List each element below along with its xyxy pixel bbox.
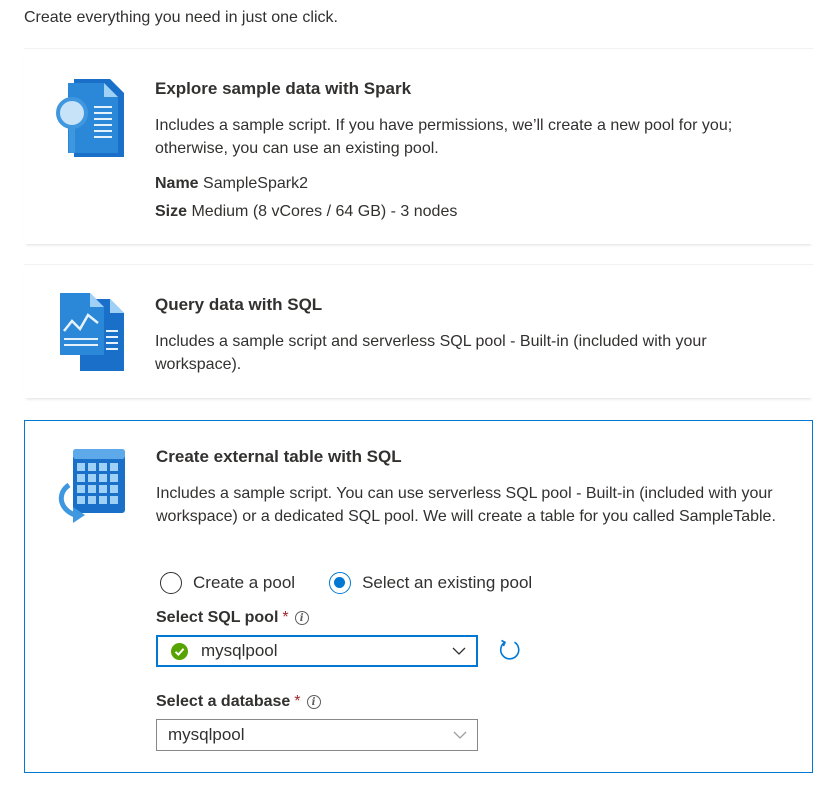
size-row: Size Medium (8 vCores / 64 GB) - 3 nodes [155, 198, 787, 226]
card-description: Includes a sample script. You can use se… [156, 485, 776, 525]
sql-pool-label: Select SQL pool * i [156, 609, 309, 627]
sql-pool-dropdown[interactable]: mysqlpool [156, 635, 478, 667]
page-intro: Create everything you need in just one c… [24, 9, 338, 26]
card-explore-spark[interactable]: Explore sample data with Spark Includes … [24, 48, 813, 244]
card-create-external-table[interactable]: Create external table with SQL Includes … [24, 420, 813, 773]
card-title: Create external table with SQL [156, 447, 402, 466]
radio-create-pool[interactable]: Create a pool [160, 572, 295, 594]
radio-circle[interactable] [329, 572, 352, 594]
card-description: Includes a sample script. If you have pe… [155, 117, 733, 157]
required-indicator: * [294, 693, 301, 710]
refresh-icon[interactable] [498, 638, 522, 662]
documents-chart-icon [60, 293, 124, 371]
pool-option-group: Create a pool Select an existing pool [160, 572, 566, 594]
name-row: Name SampleSpark2 [155, 170, 787, 198]
name-label: Name [155, 175, 199, 192]
database-dropdown[interactable]: mysqlpool [156, 719, 478, 751]
database-label: Select a database * i [156, 693, 321, 711]
size-value: Medium (8 vCores / 64 GB) - 3 nodes [191, 203, 458, 220]
dropdown-value: mysqlpool [168, 725, 245, 744]
radio-label: Select an existing pool [362, 573, 533, 592]
name-value: SampleSpark2 [203, 175, 308, 192]
card-meta: Name SampleSpark2 Size Medium (8 vCores … [155, 170, 787, 226]
dropdown-value: mysqlpool [201, 641, 278, 660]
chevron-down-icon [452, 647, 466, 655]
size-label: Size [155, 203, 188, 220]
field-label-text: Select a database [156, 693, 291, 710]
required-indicator: * [282, 609, 289, 626]
document-search-icon [56, 79, 124, 157]
field-label-text: Select SQL pool [156, 609, 279, 626]
card-title: Explore sample data with Spark [155, 79, 412, 98]
info-icon[interactable]: i [294, 611, 309, 625]
info-icon[interactable]: i [306, 695, 321, 709]
check-circle-icon [171, 642, 188, 660]
table-arrow-icon [58, 449, 125, 523]
card-query-sql[interactable]: Query data with SQL Includes a sample sc… [24, 264, 813, 398]
radio-circle[interactable] [160, 572, 182, 594]
chevron-down-icon [453, 731, 467, 739]
card-description: Includes a sample script and serverless … [155, 333, 707, 373]
radio-select-existing-pool[interactable]: Select an existing pool [329, 572, 532, 594]
radio-label: Create a pool [193, 573, 296, 592]
card-title: Query data with SQL [155, 295, 323, 314]
